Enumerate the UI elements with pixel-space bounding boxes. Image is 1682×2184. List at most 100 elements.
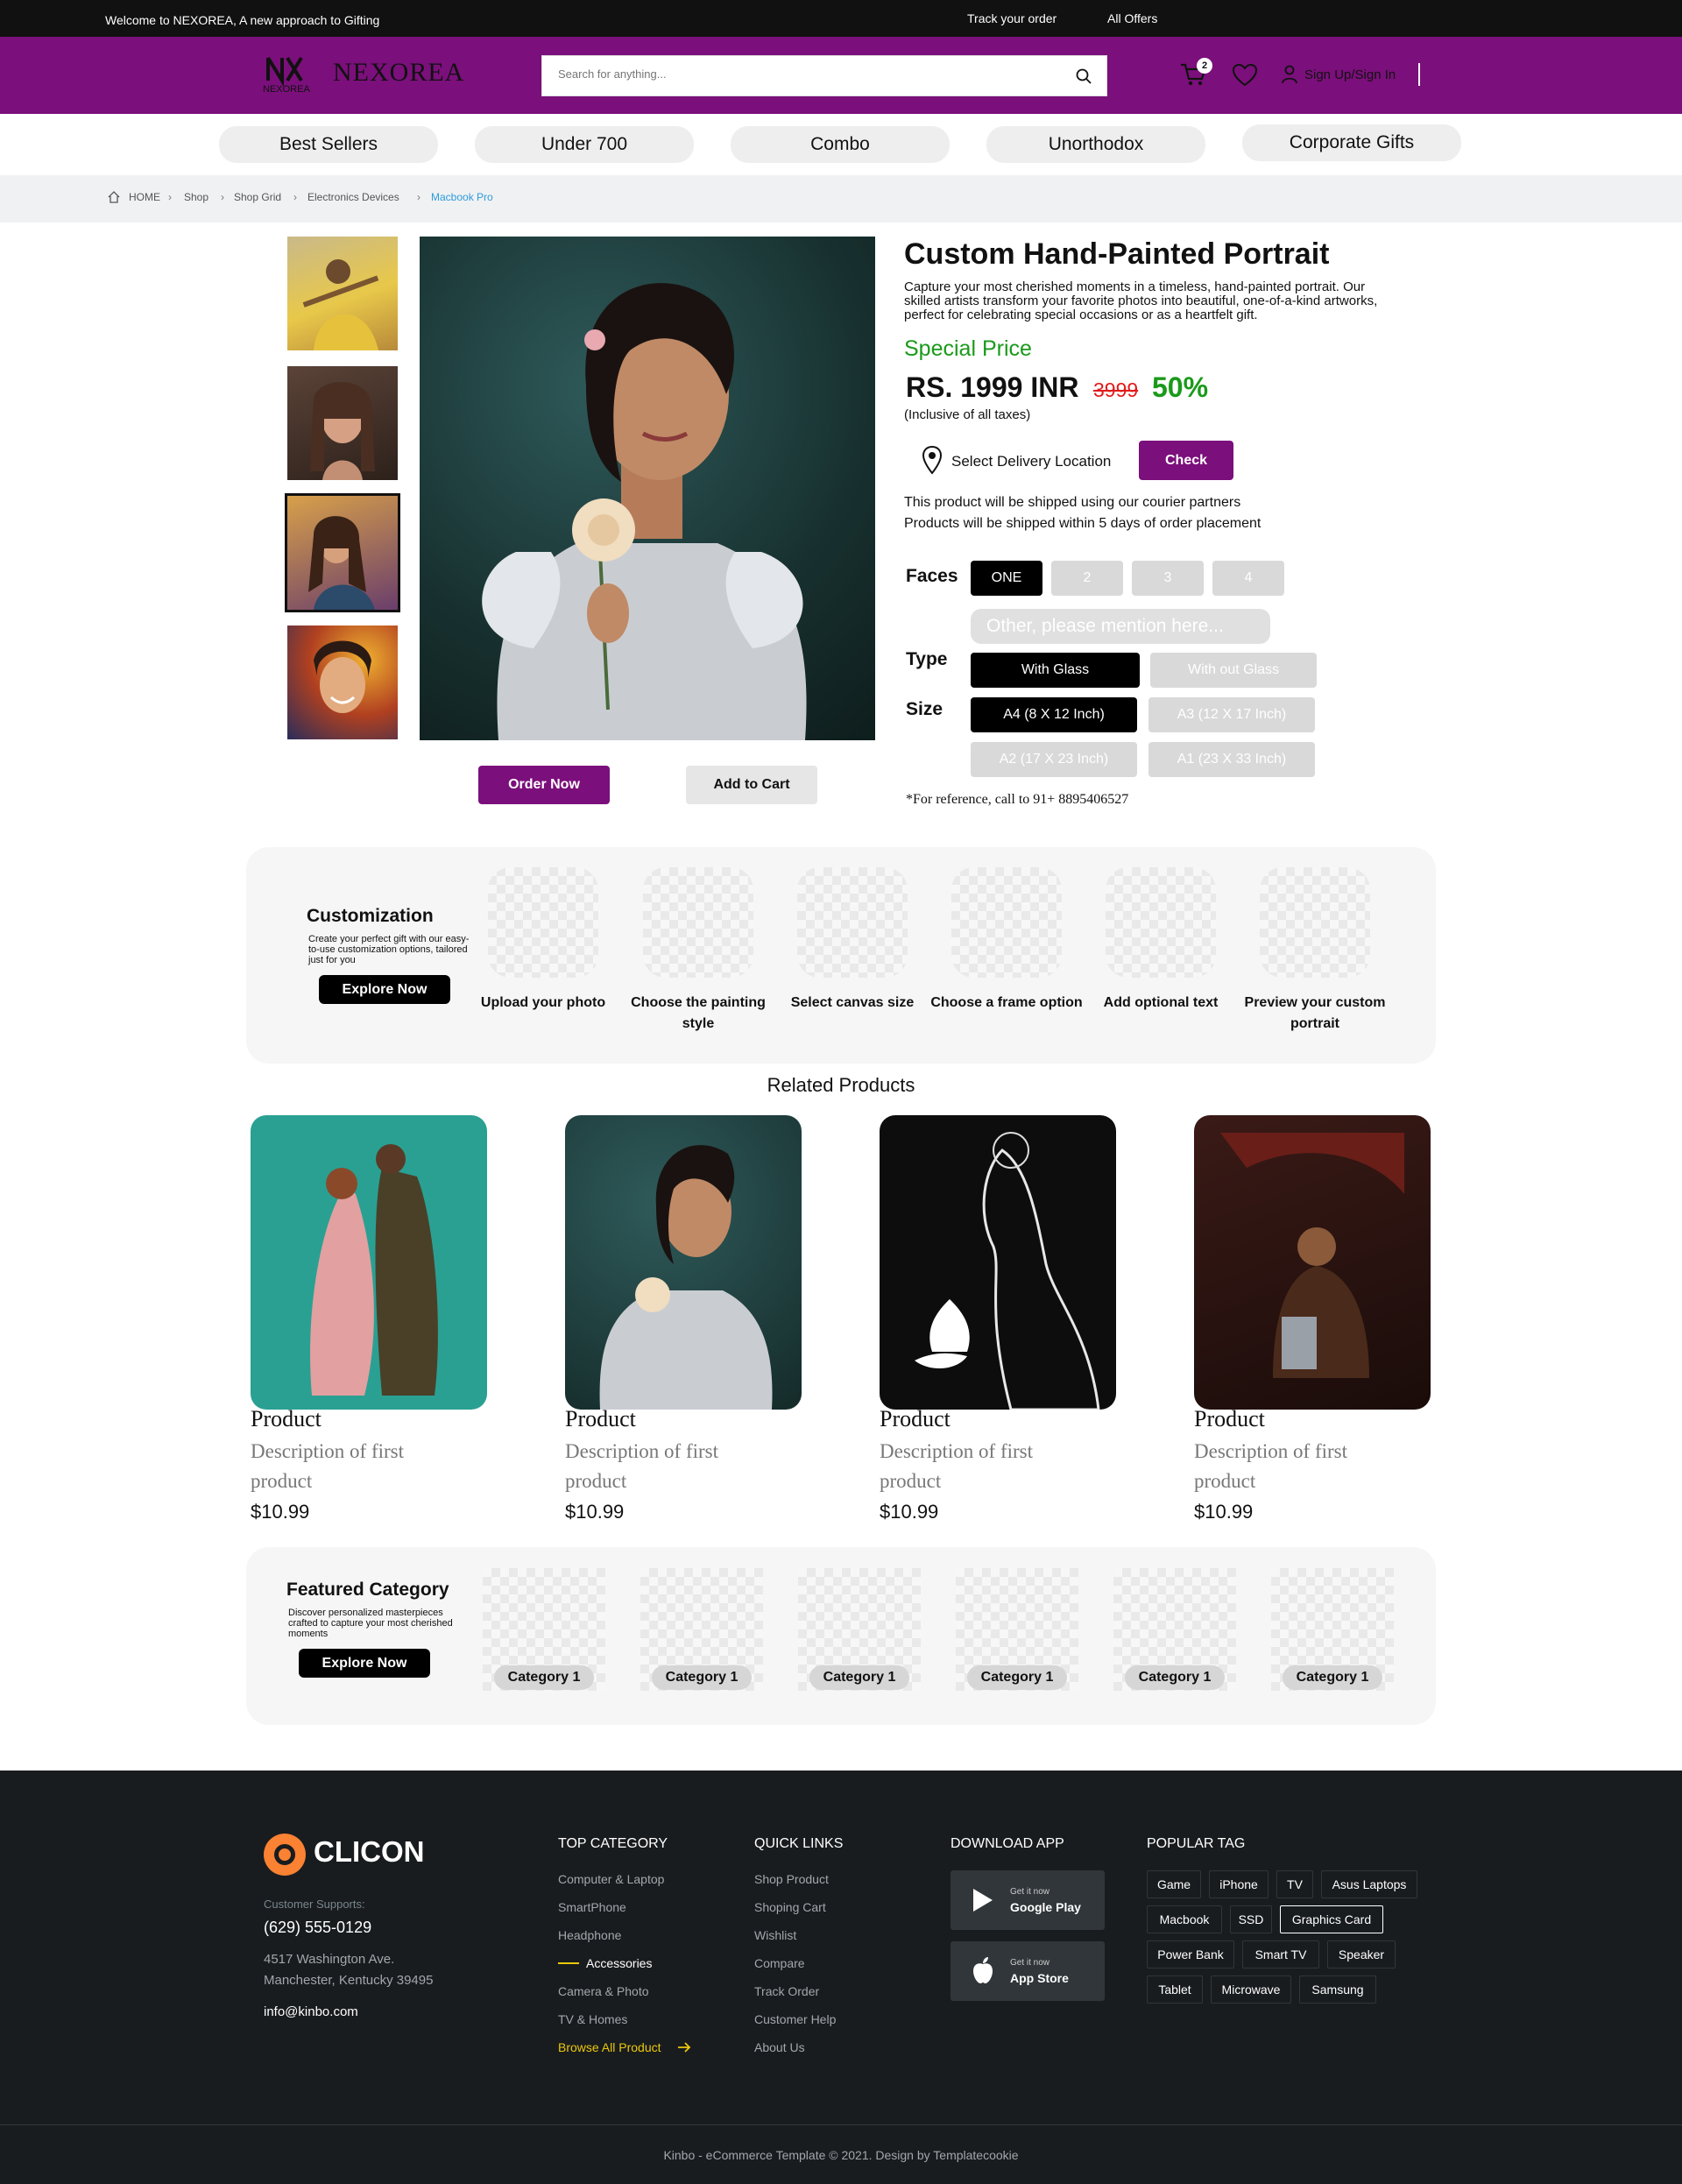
footer-link-headphone[interactable]: Headphone [558, 1928, 621, 1942]
type-without-glass[interactable]: With out Glass [1150, 653, 1317, 688]
logo-icon[interactable]: NEXOREA [263, 54, 315, 95]
faces-option-4[interactable]: 4 [1212, 561, 1284, 596]
step-label-text: Add optional text [1103, 995, 1219, 1010]
tag-microwave[interactable]: Microwave [1211, 1975, 1291, 2004]
category-label-4[interactable]: Category 1 [967, 1665, 1067, 1690]
footer-link-computer-laptop[interactable]: Computer & Laptop [558, 1872, 664, 1886]
tag-asus-laptops[interactable]: Asus Laptops [1321, 1870, 1417, 1898]
footer-link-wishlist[interactable]: Wishlist [754, 1928, 796, 1942]
size-a2[interactable]: A2 (17 X 23 Inch) [971, 742, 1137, 777]
all-offers-link[interactable]: All Offers [1107, 11, 1157, 25]
breadcrumb-shop-grid[interactable]: Shop Grid [234, 191, 281, 203]
tag-speaker[interactable]: Speaker [1327, 1940, 1396, 1968]
footer-link-smartphone[interactable]: SmartPhone [558, 1900, 626, 1914]
arrow-right-icon[interactable] [676, 2040, 692, 2054]
breadcrumb-electronics[interactable]: Electronics Devices [307, 191, 399, 203]
step-label-canvas: Select canvas size [790, 995, 915, 1010]
related-products-title: Related Products [767, 1074, 915, 1096]
quick-links-heading: QUICK LINKS [754, 1836, 844, 1851]
category-pill-combo[interactable]: Combo [731, 126, 950, 163]
footer-link-track-order[interactable]: Track Order [754, 1984, 819, 1998]
track-order-link[interactable]: Track your order [967, 11, 1057, 25]
support-email[interactable]: info@kinbo.com [264, 2004, 358, 2019]
category-label-5[interactable]: Category 1 [1125, 1665, 1225, 1690]
category-pill-under-700[interactable]: Under 700 [475, 126, 694, 163]
customization-description: Create your perfect gift with our easy-t… [308, 934, 470, 965]
tag-game[interactable]: Game [1147, 1870, 1201, 1898]
tag-iphone[interactable]: iPhone [1209, 1870, 1269, 1898]
tag-tablet[interactable]: Tablet [1147, 1975, 1203, 2004]
product-card-image-2[interactable] [565, 1115, 802, 1410]
tag-ssd[interactable]: SSD [1230, 1905, 1272, 1933]
size-a4[interactable]: A4 (8 X 12 Inch) [971, 697, 1137, 732]
app-store-button[interactable]: Get it now App Store [951, 1941, 1105, 2001]
current-price: RS. 1999 INR [906, 371, 1079, 403]
product-card-image-1[interactable] [251, 1115, 487, 1410]
google-play-button[interactable]: Get it now Google Play [951, 1870, 1105, 1930]
top-category-heading: TOP CATEGORY [558, 1836, 668, 1851]
breadcrumb-shop[interactable]: Shop [184, 191, 208, 203]
welcome-text: Welcome to NEXOREA, A new approach to Gi… [105, 13, 380, 27]
footer-link-accessories[interactable]: Accessories [586, 1956, 652, 1970]
breadcrumb-home[interactable]: HOME [129, 191, 160, 203]
tag-macbook[interactable]: Macbook [1147, 1905, 1222, 1933]
category-label-1[interactable]: Category 1 [494, 1665, 594, 1690]
category-label-2[interactable]: Category 1 [652, 1665, 752, 1690]
customization-title: Customization [307, 906, 434, 926]
home-icon[interactable] [107, 190, 121, 204]
heart-icon[interactable] [1232, 63, 1258, 88]
product-card-image-3[interactable] [880, 1115, 1116, 1410]
product-card-name[interactable]: Product [251, 1406, 322, 1432]
user-icon[interactable] [1281, 65, 1298, 84]
tag-power-bank[interactable]: Power Bank [1147, 1940, 1234, 1968]
main-product-image[interactable] [420, 237, 875, 740]
cart-count-badge: 2 [1197, 58, 1212, 74]
customization-explore-button[interactable]: Explore Now [319, 975, 450, 1004]
footer-link-compare[interactable]: Compare [754, 1956, 805, 1970]
footer-link-shopping-cart[interactable]: Shoping Cart [754, 1900, 826, 1914]
category-pill-unorthodox[interactable]: Unorthodox [986, 126, 1205, 163]
add-to-cart-button[interactable]: Add to Cart [686, 766, 817, 804]
size-a1[interactable]: A1 (23 X 33 Inch) [1148, 742, 1315, 777]
faces-option-one[interactable]: ONE [971, 561, 1042, 596]
faces-option-2[interactable]: 2 [1051, 561, 1123, 596]
type-with-glass[interactable]: With Glass [971, 653, 1140, 688]
customer-support-label: Customer Supports: [264, 1898, 365, 1911]
brand-name[interactable]: NEXOREA [333, 58, 464, 88]
category-pill-best-sellers[interactable]: Best Sellers [219, 126, 438, 163]
tag-tv[interactable]: TV [1276, 1870, 1313, 1898]
thumbnail-1[interactable] [287, 237, 398, 350]
category-label-6[interactable]: Category 1 [1283, 1665, 1382, 1690]
signin-link[interactable]: Sign Up/Sign In [1304, 67, 1396, 82]
footer-link-shop-product[interactable]: Shop Product [754, 1872, 829, 1886]
delivery-location-label[interactable]: Select Delivery Location [951, 453, 1111, 470]
featured-category-title: Featured Category [286, 1580, 449, 1600]
featured-explore-button[interactable]: Explore Now [299, 1649, 430, 1678]
chevron-right-icon: › [293, 191, 297, 203]
tag-samsung[interactable]: Samsung [1299, 1975, 1376, 2004]
footer-link-about-us[interactable]: About Us [754, 2040, 805, 2054]
search-icon[interactable] [1075, 67, 1092, 85]
order-now-button[interactable]: Order Now [478, 766, 610, 804]
category-label-3[interactable]: Category 1 [809, 1665, 909, 1690]
product-card-name[interactable]: Product [880, 1406, 951, 1432]
category-pill-corporate-gifts[interactable]: Corporate Gifts [1242, 124, 1461, 161]
thumbnail-2[interactable] [287, 366, 398, 480]
location-pin-icon[interactable] [922, 445, 943, 475]
product-card-image-4[interactable] [1194, 1115, 1431, 1410]
faces-option-3[interactable]: 3 [1132, 561, 1204, 596]
footer-link-customer-help[interactable]: Customer Help [754, 2012, 836, 2026]
tag-smart-tv[interactable]: Smart TV [1242, 1940, 1319, 1968]
thumbnail-3-selected[interactable] [285, 493, 400, 612]
footer-link-camera-photo[interactable]: Camera & Photo [558, 1984, 649, 1998]
faces-other-input[interactable]: Other, please mention here... [971, 609, 1270, 644]
thumbnail-4[interactable] [287, 626, 398, 739]
browse-all-product-link[interactable]: Browse All Product [558, 2040, 661, 2054]
search-input[interactable] [558, 67, 1049, 81]
tag-graphics-card[interactable]: Graphics Card [1280, 1905, 1383, 1933]
size-a3[interactable]: A3 (12 X 17 Inch) [1148, 697, 1315, 732]
product-card-name[interactable]: Product [1194, 1406, 1265, 1432]
product-card-name[interactable]: Product [565, 1406, 636, 1432]
check-delivery-button[interactable]: Check [1139, 441, 1233, 480]
footer-link-tv-homes[interactable]: TV & Homes [558, 2012, 627, 2026]
